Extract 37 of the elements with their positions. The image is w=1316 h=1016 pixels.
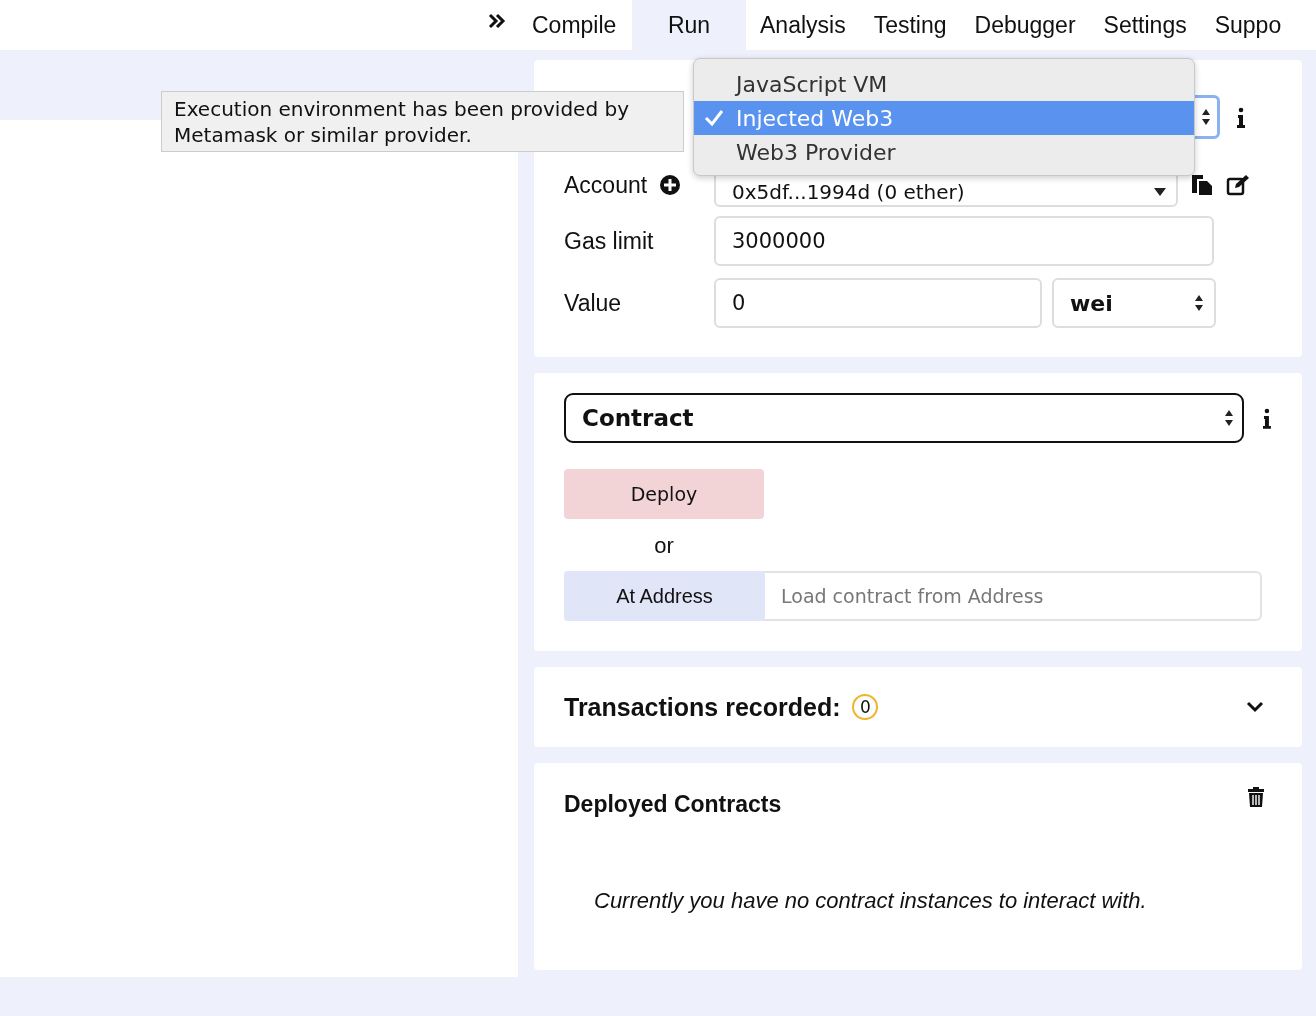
- value-field[interactable]: 0: [714, 278, 1042, 328]
- section-title: Transactions recorded:: [564, 692, 841, 722]
- sort-arrows-icon: [1224, 408, 1235, 428]
- or-text: or: [653, 533, 675, 559]
- empty-message: Currently you have no contract instances to interact with.: [594, 888, 1148, 914]
- chevron-down-icon: [1246, 701, 1264, 713]
- check-icon: [704, 109, 724, 127]
- tab[interactable]: Testing: [859, 0, 961, 50]
- sort-arrows-icon: [1194, 293, 1204, 313]
- tab[interactable]: Run: [632, 0, 746, 50]
- plus-circle-icon: [659, 174, 682, 196]
- caret-down-icon: [1154, 188, 1166, 196]
- info-icon: [1236, 106, 1246, 128]
- tooltip: Execution environment has been provided by Metamask or similar provider.: [161, 91, 684, 152]
- gas-limit-field[interactable]: 3000000: [714, 216, 1214, 266]
- tab[interactable]: Compile: [518, 0, 632, 50]
- contract-select[interactable]: Contract: [564, 393, 1245, 443]
- tab[interactable]: Debugger: [960, 0, 1090, 50]
- copy-icon: [1190, 173, 1214, 197]
- info-icon: [1262, 407, 1272, 429]
- dropdown-option[interactable]: JavaScript VM: [694, 67, 1194, 101]
- field-label: Value: [564, 289, 623, 317]
- count-badge: 0: [852, 694, 879, 720]
- tab[interactable]: Settings: [1089, 0, 1201, 50]
- unit-select[interactable]: wei: [1052, 278, 1216, 328]
- at-address-button[interactable]: At Address: [564, 571, 765, 621]
- tab[interactable]: Suppo: [1200, 0, 1296, 50]
- section-title: Deployed Contracts: [564, 791, 782, 818]
- sort-arrows-icon: [1201, 107, 1211, 127]
- field-label: Account: [564, 171, 648, 199]
- field-label: Gas limit: [564, 227, 655, 255]
- address-field[interactable]: Load contract from Address: [765, 571, 1262, 621]
- double-chevron-icon[interactable]: [488, 12, 506, 30]
- edit-icon: [1226, 174, 1250, 196]
- tab[interactable]: Analysis: [746, 0, 860, 50]
- deploy-button[interactable]: Deploy: [564, 469, 764, 519]
- trash-icon: [1248, 787, 1264, 807]
